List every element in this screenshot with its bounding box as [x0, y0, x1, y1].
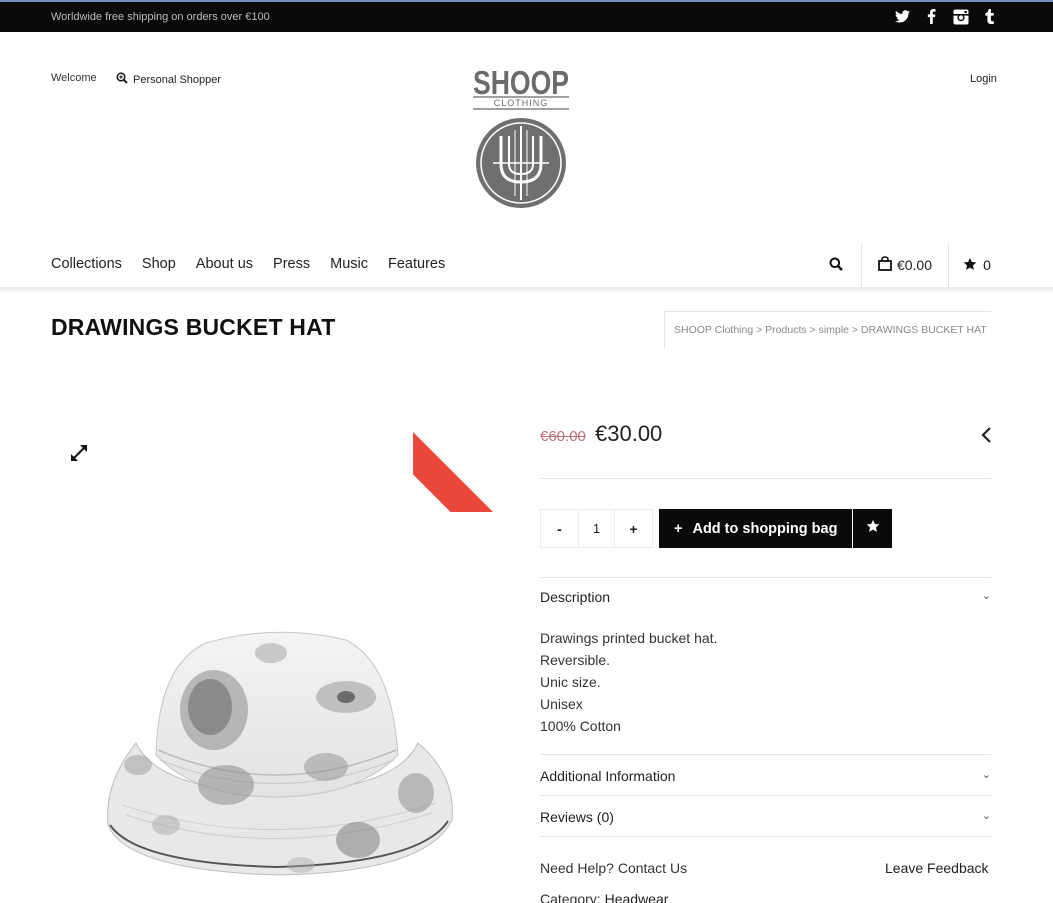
divider	[540, 754, 991, 755]
product-image[interactable]	[96, 625, 462, 885]
personal-shopper-label: Personal Shopper	[133, 73, 222, 86]
breadcrumb-current: DRAWINGS BUCKET HAT	[860, 324, 987, 336]
description-line: Unisex	[540, 696, 583, 712]
header-actions: €0.00 0	[810, 243, 1005, 287]
accordion-reviews[interactable]: Reviews (0) ⌄	[540, 809, 991, 825]
accordion-description-title: Description	[540, 589, 611, 605]
breadcrumb-products[interactable]: Products	[765, 324, 806, 336]
divider	[540, 478, 991, 479]
twitter-icon[interactable]	[894, 8, 911, 25]
chevron-down-icon: ⌄	[981, 769, 991, 781]
quantity-stepper: - 1 +	[540, 509, 653, 548]
wishlist-button[interactable]: 0	[949, 243, 1005, 287]
welcome-text: Welcome	[51, 72, 97, 84]
add-to-bag-label: Add to shopping bag	[692, 520, 838, 537]
contact-us-link[interactable]: Need Help? Contact Us	[540, 860, 687, 876]
social-links	[894, 8, 998, 25]
site-logo[interactable]: SHOOP CLOTHING	[471, 64, 571, 210]
product-description: Drawings printed bucket hat. Reversible.…	[540, 627, 717, 737]
plus-icon: +	[674, 520, 683, 537]
nav-item-features[interactable]: Features	[388, 256, 445, 272]
personal-shopper-link[interactable]: Personal Shopper	[116, 72, 221, 87]
chevron-left-icon[interactable]	[979, 425, 993, 445]
accordion-additional-info[interactable]: Additional Information ⌄	[540, 768, 991, 784]
sale-badge-text: SALE!	[451, 445, 482, 476]
nav-item-music[interactable]: Music	[330, 256, 368, 272]
add-to-bag-button[interactable]: + Add to shopping bag	[659, 509, 852, 548]
accordion-description[interactable]: Description ⌄	[540, 589, 991, 605]
accordion-reviews-title: Reviews (0)	[540, 809, 614, 825]
nav-item-shop[interactable]: Shop	[142, 256, 176, 272]
product-category: Category: Headwear	[540, 891, 668, 903]
page-title: DRAWINGS BUCKET HAT	[51, 314, 336, 340]
star-icon	[866, 519, 880, 538]
cart-total: €0.00	[896, 257, 933, 273]
divider	[540, 795, 991, 796]
cart-button[interactable]: €0.00	[862, 243, 948, 287]
divider	[540, 577, 991, 578]
description-line: Reversible.	[540, 652, 611, 668]
breadcrumb-home[interactable]: SHOOP Clothing	[674, 324, 753, 336]
instagram-icon[interactable]	[952, 8, 969, 25]
star-icon	[963, 257, 977, 274]
breadcrumb-sep: >	[756, 324, 763, 336]
svg-text:CLOTHING: CLOTHING	[494, 98, 549, 108]
description-line: Unic size.	[540, 674, 601, 690]
leave-feedback-link[interactable]: Leave Feedback	[885, 860, 989, 876]
top-bar: Worldwide free shipping on orders over €…	[0, 0, 1053, 32]
nav-item-about-us[interactable]: About us	[196, 256, 253, 272]
description-line: Drawings printed bucket hat.	[540, 630, 718, 646]
search-icon	[829, 257, 843, 274]
nav-item-collections[interactable]: Collections	[51, 256, 122, 272]
accordion-additional-info-title: Additional Information	[540, 768, 676, 784]
search-button[interactable]	[810, 243, 861, 287]
shipping-promo: Worldwide free shipping on orders over €…	[51, 11, 270, 23]
qty-input[interactable]: 1	[578, 510, 615, 547]
tumblr-icon[interactable]	[981, 8, 998, 25]
main-nav: Collections Shop About us Press Music Fe…	[51, 256, 445, 272]
login-link[interactable]: Login	[970, 73, 997, 85]
wishlist-count: 0	[983, 257, 991, 273]
svg-text:SHOOP: SHOOP	[473, 64, 569, 101]
breadcrumb: SHOOP Clothing > Products > simple > DRA…	[664, 311, 991, 349]
qty-increase-button[interactable]: +	[615, 510, 652, 547]
breadcrumb-sep: >	[809, 324, 816, 336]
category-label: Category:	[540, 891, 601, 903]
sale-ribbon	[413, 429, 502, 512]
breadcrumb-simple[interactable]: simple	[819, 324, 849, 336]
chevron-down-icon: ⌄	[981, 590, 991, 602]
nav-item-press[interactable]: Press	[273, 256, 310, 272]
add-to-wishlist-button[interactable]	[853, 509, 892, 548]
expand-icon[interactable]	[69, 443, 89, 463]
search-plus-icon	[116, 72, 128, 87]
shopping-bag-icon	[878, 256, 892, 274]
divider	[540, 836, 991, 837]
price-new: €30.00	[595, 421, 663, 446]
breadcrumb-sep: >	[851, 324, 858, 336]
chevron-down-icon: ⌄	[981, 810, 991, 822]
qty-decrease-button[interactable]: -	[541, 510, 578, 547]
nav-shadow	[0, 287, 1053, 293]
sale-badge: SALE!	[413, 423, 502, 512]
price-old: €60.00	[540, 428, 586, 445]
facebook-icon[interactable]	[923, 8, 940, 25]
description-line: 100% Cotton	[540, 718, 621, 734]
category-link[interactable]: Headwear	[605, 891, 669, 903]
